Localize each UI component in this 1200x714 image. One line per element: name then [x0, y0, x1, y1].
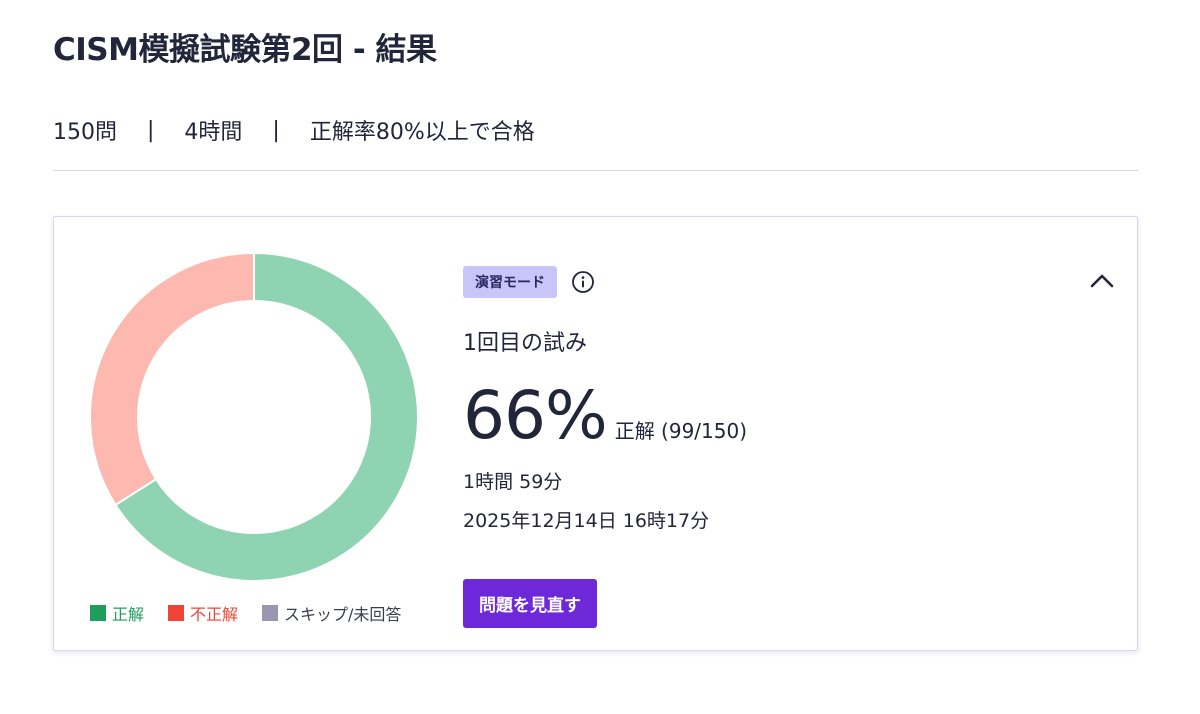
- page-title: CISM模擬試験第2回 - 結果: [53, 32, 437, 68]
- score: 66% 正解 (99/150): [463, 383, 747, 449]
- divider: [53, 170, 1138, 171]
- legend-swatch: [168, 605, 185, 621]
- donut-slice-1: [90, 253, 255, 507]
- question-count: 150問: [53, 120, 117, 145]
- legend-item-1: 不正解: [168, 601, 238, 625]
- mode-badge: 演習モード: [463, 266, 557, 298]
- review-questions-button[interactable]: 問題を見直す: [463, 579, 597, 628]
- chevron-up-icon[interactable]: [1089, 271, 1115, 291]
- meta-separator: |: [272, 117, 280, 143]
- score-percent: 66%: [463, 377, 608, 454]
- info-icon[interactable]: [571, 270, 595, 294]
- meta-separator: |: [147, 117, 155, 143]
- completed-at: 2025年12月14日 16時17分: [463, 510, 710, 532]
- legend-label: 正解: [112, 605, 145, 624]
- legend-label: 不正解: [190, 605, 239, 624]
- legend-item-0: 正解: [90, 601, 144, 625]
- legend-item-2: スキップ/未回答: [262, 601, 401, 625]
- score-detail: 正解 (99/150): [614, 419, 748, 443]
- attempt-label: 1回目の試み: [463, 331, 587, 356]
- chart-legend: 正解 不正解 スキップ/未回答: [90, 601, 401, 625]
- result-card: 正解 不正解 スキップ/未回答 演習モード 1回目の試み 66% 正解 (99/15…: [53, 216, 1138, 651]
- result-summary: 演習モード 1回目の試み 66% 正解 (99/150) 1時間 59分 202…: [463, 266, 747, 533]
- exam-meta: 150問 | 4時間 | 正解率80%以上で合格: [53, 114, 535, 146]
- legend-swatch: [90, 605, 106, 621]
- legend-label: スキップ/未回答: [284, 605, 402, 624]
- legend-swatch: [262, 605, 279, 621]
- elapsed-time: 1時間 59分: [463, 471, 563, 493]
- pass-condition: 正解率80%以上で合格: [309, 120, 535, 145]
- result-donut-chart: [90, 253, 418, 581]
- duration-limit: 4時間: [184, 120, 243, 145]
